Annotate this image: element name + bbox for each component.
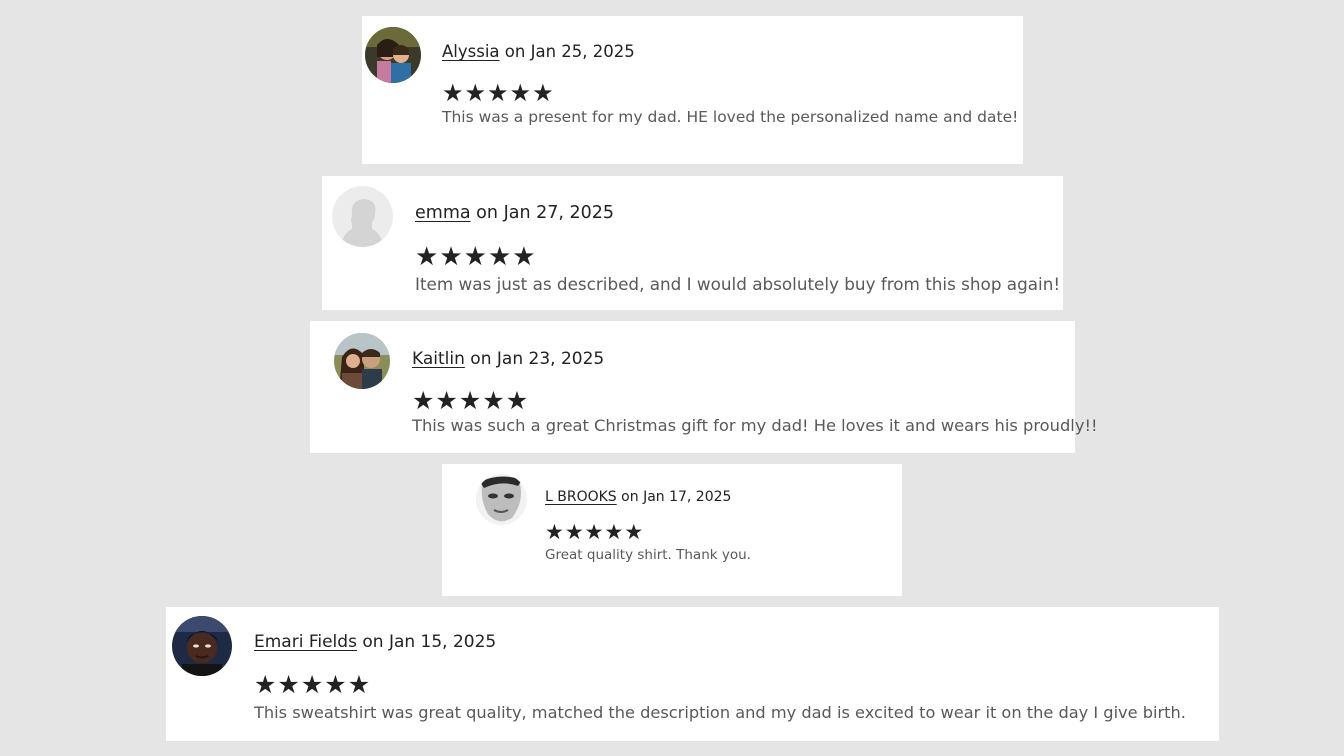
star-icon: ★ bbox=[324, 670, 348, 699]
star-icon: ★ bbox=[564, 520, 585, 544]
review-text: This was such a great Christmas gift for… bbox=[412, 416, 1098, 435]
reviewer-avatar[interactable] bbox=[332, 186, 393, 247]
star-icon: ★ bbox=[505, 386, 530, 415]
reviewer-avatar[interactable] bbox=[334, 333, 390, 389]
star-icon: ★ bbox=[254, 670, 278, 699]
star-icon: ★ bbox=[532, 79, 555, 107]
reviewer-name-link[interactable]: Emari Fields bbox=[254, 632, 357, 652]
star-rating: ★★★★★ bbox=[415, 242, 537, 272]
star-rating: ★★★★★ bbox=[442, 79, 555, 107]
review-text: This was a present for my dad. HE loved … bbox=[442, 108, 1019, 126]
reviewer-name-link[interactable]: Alyssia bbox=[442, 42, 500, 61]
date-prefix: on bbox=[476, 203, 498, 223]
star-icon: ★ bbox=[442, 79, 465, 107]
review-text: Great quality shirt. Thank you. bbox=[545, 547, 751, 563]
review-text: Item was just as described, and I would … bbox=[415, 274, 1061, 294]
review-text: This sweatshirt was great quality, match… bbox=[254, 703, 1186, 722]
star-icon: ★ bbox=[584, 520, 605, 544]
star-icon: ★ bbox=[604, 520, 625, 544]
date-prefix: on bbox=[504, 42, 526, 61]
star-icon: ★ bbox=[347, 670, 372, 699]
star-icon: ★ bbox=[415, 242, 440, 272]
date-prefix: on bbox=[470, 349, 492, 369]
review-card: L BROOKS on Jan 17, 2025 ★★★★★ Great qua… bbox=[442, 464, 902, 596]
review-date: Jan 23, 2025 bbox=[496, 349, 605, 369]
star-icon: ★ bbox=[482, 386, 506, 415]
star-icon: ★ bbox=[512, 242, 537, 272]
star-rating: ★★★★★ bbox=[412, 386, 529, 415]
review-date: Jan 17, 2025 bbox=[643, 489, 732, 505]
reviewer-avatar[interactable] bbox=[476, 474, 527, 525]
date-prefix: on bbox=[621, 489, 639, 505]
review-card: Emari Fields on Jan 15, 2025 ★★★★★ This … bbox=[166, 607, 1219, 741]
review-date: Jan 25, 2025 bbox=[530, 42, 635, 61]
star-icon: ★ bbox=[412, 386, 436, 415]
star-icon: ★ bbox=[487, 79, 510, 107]
reviewer-name-link[interactable]: L BROOKS bbox=[545, 489, 617, 505]
star-rating: ★★★★★ bbox=[254, 670, 371, 699]
star-icon: ★ bbox=[624, 520, 645, 544]
review-byline: Kaitlin on Jan 23, 2025 bbox=[412, 349, 604, 369]
date-prefix: on bbox=[362, 632, 384, 652]
review-card: Kaitlin on Jan 23, 2025 ★★★★★ This was s… bbox=[310, 321, 1098, 453]
reviewer-name-link[interactable]: emma bbox=[415, 203, 471, 223]
default-person-icon bbox=[332, 186, 393, 247]
review-byline: Emari Fields on Jan 15, 2025 bbox=[254, 632, 496, 652]
star-icon: ★ bbox=[439, 242, 464, 272]
star-icon: ★ bbox=[545, 520, 565, 544]
review-date: Jan 27, 2025 bbox=[503, 203, 615, 223]
reviewer-avatar[interactable] bbox=[172, 616, 232, 676]
star-icon: ★ bbox=[277, 670, 301, 699]
review-byline: emma on Jan 27, 2025 bbox=[415, 203, 614, 223]
review-byline: L BROOKS on Jan 17, 2025 bbox=[545, 489, 731, 505]
reviewer-avatar[interactable] bbox=[365, 27, 421, 83]
star-icon: ★ bbox=[487, 242, 513, 272]
star-icon: ★ bbox=[300, 670, 325, 699]
review-card: Alyssia on Jan 25, 2025 ★★★★★ This was a… bbox=[362, 16, 1023, 164]
star-rating: ★★★★★ bbox=[545, 520, 644, 544]
review-card: emma on Jan 27, 2025 ★★★★★ Item was just… bbox=[322, 176, 1063, 310]
star-icon: ★ bbox=[458, 386, 483, 415]
star-icon: ★ bbox=[435, 386, 459, 415]
reviewer-name-link[interactable]: Kaitlin bbox=[412, 349, 465, 369]
star-icon: ★ bbox=[509, 79, 533, 107]
star-icon: ★ bbox=[463, 242, 488, 272]
star-icon: ★ bbox=[464, 79, 488, 107]
review-byline: Alyssia on Jan 25, 2025 bbox=[442, 42, 635, 61]
review-date: Jan 15, 2025 bbox=[388, 632, 497, 652]
